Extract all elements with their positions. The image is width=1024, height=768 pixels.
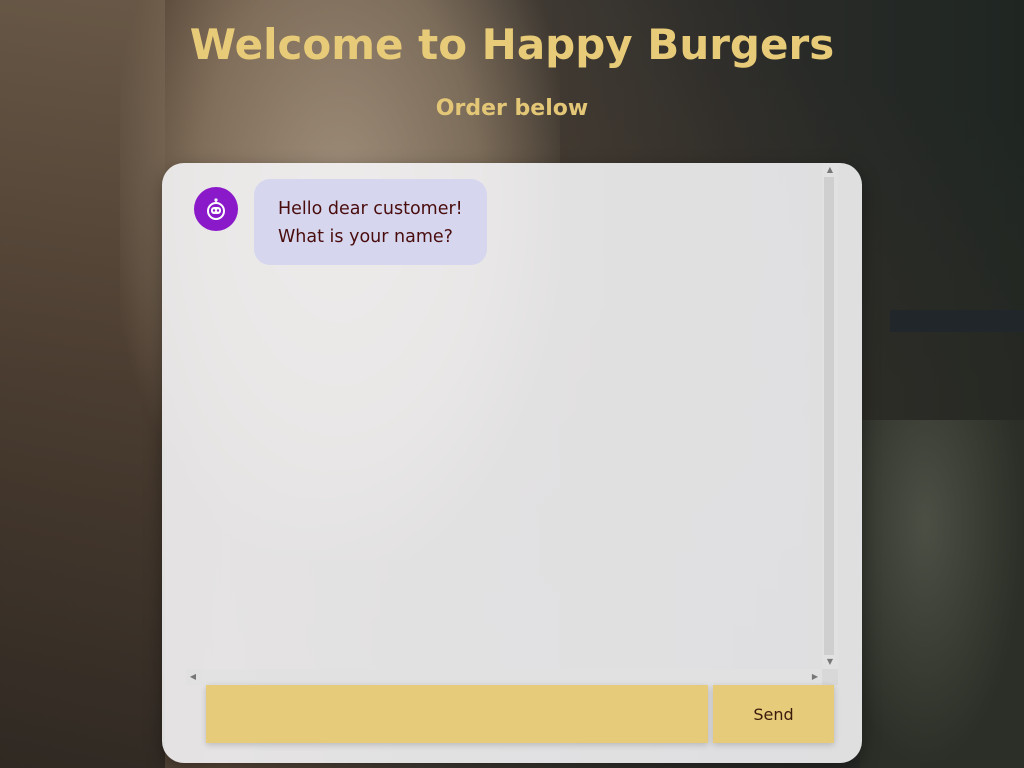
scroll-thumb[interactable]: [824, 177, 834, 655]
scroll-right-arrow-icon[interactable]: ▶: [808, 669, 822, 685]
message-line: Hello dear customer!: [278, 199, 463, 219]
robot-icon: [194, 187, 238, 231]
message-line: What is your name?: [278, 227, 453, 247]
message-bubble: Hello dear customer! What is your name?: [254, 179, 487, 265]
bot-message: Hello dear customer! What is your name?: [194, 179, 487, 265]
chat-panel: Hello dear customer! What is your name? …: [162, 163, 862, 763]
page-title: Welcome to Happy Burgers: [189, 20, 835, 69]
scroll-up-arrow-icon[interactable]: ▲: [822, 163, 838, 177]
scroll-down-arrow-icon[interactable]: ▼: [822, 655, 838, 669]
background-counter: [860, 420, 1024, 768]
scrollbar-corner: [822, 669, 838, 685]
scroll-left-arrow-icon[interactable]: ◀: [186, 669, 200, 685]
horizontal-scrollbar[interactable]: ◀ ▶: [186, 669, 838, 685]
vertical-scrollbar[interactable]: ▲ ▼: [822, 163, 838, 669]
message-input-row: Send: [206, 685, 834, 743]
background-shelf: [890, 310, 1024, 332]
message-input[interactable]: [206, 685, 708, 743]
send-button[interactable]: Send: [713, 685, 834, 743]
message-list: Hello dear customer! What is your name?: [186, 163, 838, 669]
page-subtitle: Order below: [435, 96, 589, 121]
